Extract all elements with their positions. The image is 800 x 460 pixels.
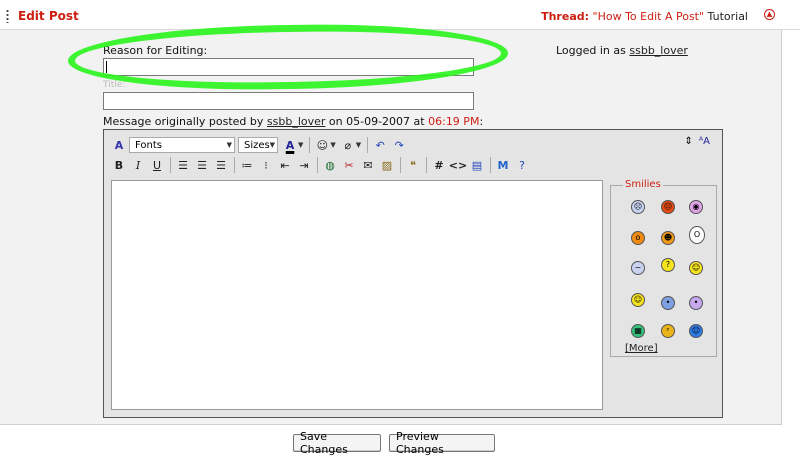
size-select[interactable]: Sizes ▼ bbox=[238, 137, 278, 153]
logged-in-status: Logged in as ssbb_lover bbox=[556, 44, 688, 57]
message-editor: A Fonts ▼ Sizes ▼ A ▼ ☺ ▼ ⌀ ▼ ↶ ↷ ⇕ ᴬA B I U … bbox=[103, 129, 723, 418]
thread-suffix: Tutorial bbox=[707, 10, 748, 23]
unordered-list-icon[interactable]: ⁝ bbox=[257, 156, 275, 174]
more-smilies-link[interactable]: [More] bbox=[625, 343, 658, 354]
m-logo-icon[interactable]: M bbox=[494, 156, 512, 174]
grin-smilie-icon[interactable]: ▦ bbox=[631, 324, 645, 338]
toolbar-divider bbox=[170, 157, 171, 173]
smilies-box: Smilies ☹ ☹ ◉ o ☻ O ~ ? ☺ ☺ • • ▦ ᶻ ☺ [M… bbox=[610, 179, 717, 357]
blue-eyes-smilie-icon[interactable]: • bbox=[661, 296, 675, 310]
toolbar-right: ⇕ ᴬA bbox=[684, 136, 710, 147]
logged-in-text: Logged in as bbox=[556, 44, 626, 57]
resize-editor-icon[interactable]: ⇕ bbox=[684, 136, 692, 147]
username-link[interactable]: ssbb_lover bbox=[629, 44, 688, 57]
preview-changes-button[interactable]: Preview Changes bbox=[389, 430, 495, 456]
orig-time: 06:19 PM bbox=[428, 115, 480, 128]
orig-colon: : bbox=[479, 115, 484, 128]
toolbar-divider bbox=[426, 157, 427, 173]
attachment-icon[interactable]: ⌀ bbox=[339, 136, 357, 154]
title-input[interactable] bbox=[103, 92, 474, 110]
toolbar-divider bbox=[367, 137, 369, 153]
toolbar-divider bbox=[317, 157, 318, 173]
thread-prefix: Thread: bbox=[541, 10, 590, 23]
title-label: Title: bbox=[103, 80, 126, 90]
more-smilies-label[interactable]: [More] bbox=[625, 343, 658, 354]
thinking-smilie-icon[interactable]: ? bbox=[661, 258, 675, 272]
drag-grip-icon[interactable] bbox=[6, 9, 9, 23]
orig-on: on bbox=[328, 115, 343, 128]
link-icon[interactable]: ◍ bbox=[321, 156, 339, 174]
text-color-icon[interactable]: A bbox=[281, 136, 299, 154]
smilie-icon[interactable]: ☺ bbox=[313, 136, 331, 154]
php-icon[interactable]: ▤ bbox=[468, 156, 486, 174]
italic-button[interactable]: I bbox=[129, 156, 147, 174]
unlink-icon[interactable]: ✂ bbox=[340, 156, 358, 174]
chevron-down-icon[interactable]: ▼ bbox=[356, 141, 361, 149]
frown-smilie-icon[interactable]: ☹ bbox=[631, 200, 645, 214]
outdent-icon[interactable]: ⇤ bbox=[276, 156, 294, 174]
sleepy-smilie-icon[interactable]: ᶻ bbox=[661, 324, 675, 338]
undo-icon[interactable]: ↶ bbox=[371, 136, 389, 154]
font-select[interactable]: Fonts ▼ bbox=[129, 137, 235, 153]
indent-icon[interactable]: ⇥ bbox=[295, 156, 313, 174]
toolbar-divider bbox=[234, 157, 235, 173]
thread-title[interactable]: "How To Edit A Post" bbox=[593, 10, 705, 23]
hash-button[interactable]: # bbox=[430, 156, 448, 174]
edit-post-header: Edit Post Thread: "How To Edit A Post" T… bbox=[0, 0, 800, 30]
align-center-icon[interactable]: ☰ bbox=[193, 156, 211, 174]
chevron-down-icon[interactable]: ▼ bbox=[298, 141, 303, 149]
original-post-info: Message originally posted by ssbb_lover … bbox=[103, 115, 483, 128]
help-icon[interactable]: ? bbox=[513, 156, 531, 174]
redo-icon[interactable]: ↷ bbox=[390, 136, 408, 154]
chevron-down-icon[interactable]: ▼ bbox=[330, 141, 335, 149]
orig-date: 05-09-2007 bbox=[346, 115, 411, 128]
chevron-down-icon: ▼ bbox=[226, 141, 232, 149]
toggle-mode-icon[interactable]: ᴬA bbox=[699, 136, 710, 147]
smile2-smilie-icon[interactable]: ☺ bbox=[631, 293, 645, 307]
chevron-down-icon: ▼ bbox=[269, 141, 275, 149]
switch-mode-icon[interactable]: A bbox=[110, 136, 128, 154]
underline-button[interactable]: U bbox=[148, 156, 166, 174]
page-title: Edit Post bbox=[18, 9, 79, 23]
email-link-icon[interactable]: ✉ bbox=[359, 156, 377, 174]
purple-eyes-smilie-icon[interactable]: • bbox=[689, 296, 703, 310]
align-right-icon[interactable]: ☰ bbox=[212, 156, 230, 174]
orig-author-link[interactable]: ssbb_lover bbox=[267, 115, 326, 128]
confused-smilie-icon[interactable]: ~ bbox=[631, 261, 645, 275]
toolbar-divider bbox=[490, 157, 491, 173]
action-bar: Save Changes Preview Changes bbox=[0, 430, 800, 456]
thread-info: Thread: "How To Edit A Post" Tutorial bbox=[541, 10, 748, 23]
smilies-legend: Smilies bbox=[623, 179, 663, 190]
blue-smilie-icon[interactable]: ☺ bbox=[689, 324, 703, 338]
orig-prefix: Message originally posted by bbox=[103, 115, 264, 128]
collapse-icon[interactable]: ▲ bbox=[764, 9, 775, 20]
purple-smilie-icon[interactable]: ◉ bbox=[689, 200, 703, 214]
toolbar-row-1: A Fonts ▼ Sizes ▼ A ▼ ☺ ▼ ⌀ ▼ ↶ ↷ bbox=[110, 135, 409, 155]
message-textarea[interactable] bbox=[111, 180, 603, 410]
font-select-label: Fonts bbox=[135, 139, 162, 151]
toolbar-divider bbox=[400, 157, 401, 173]
orig-at: at bbox=[413, 115, 425, 128]
size-select-label: Sizes bbox=[244, 139, 270, 151]
toolbar-divider bbox=[309, 137, 311, 153]
insert-image-icon[interactable]: ▨ bbox=[378, 156, 396, 174]
eek-smilie-icon[interactable]: o bbox=[631, 231, 645, 245]
mad-smilie-icon[interactable]: ☹ bbox=[661, 200, 675, 214]
quote-icon[interactable]: ❝ bbox=[404, 156, 422, 174]
ordered-list-icon[interactable]: ≔ bbox=[238, 156, 256, 174]
toolbar-row-2: B I U ☰ ☰ ☰ ≔ ⁝ ⇤ ⇥ ◍ ✂ ✉ ▨ ❝ # <> ▤ M ? bbox=[110, 155, 532, 175]
shocked-smilie-icon[interactable]: O bbox=[689, 226, 705, 244]
bold-button[interactable]: B bbox=[110, 156, 128, 174]
save-changes-button[interactable]: Save Changes bbox=[293, 430, 381, 456]
code-button[interactable]: <> bbox=[449, 156, 467, 174]
cool-smilie-icon[interactable]: ☻ bbox=[661, 231, 675, 245]
smile-smilie-icon[interactable]: ☺ bbox=[689, 261, 703, 275]
align-left-icon[interactable]: ☰ bbox=[174, 156, 192, 174]
